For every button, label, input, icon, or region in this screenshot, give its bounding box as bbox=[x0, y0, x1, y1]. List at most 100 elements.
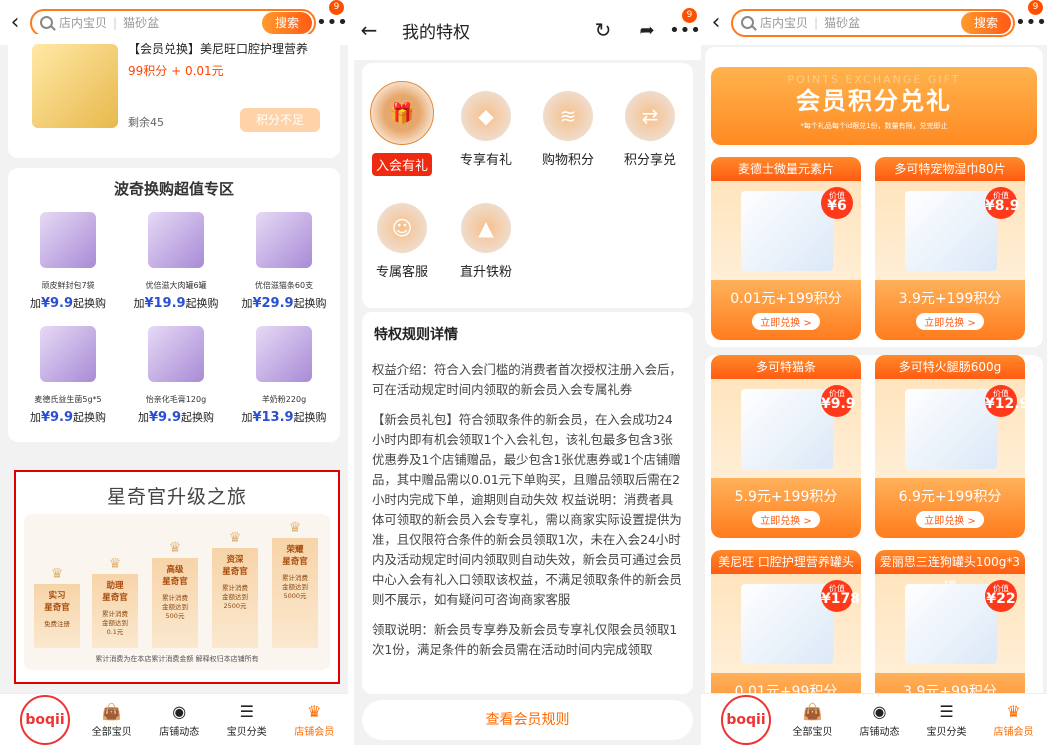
gift-card[interactable]: 多可特猫条 价值 ¥9.9 5.9元+199积分 立即兑换 > bbox=[711, 355, 861, 538]
bottom-navigation: boqii 👜 全部宝贝 ◉ 店铺动态 ☰ 宝贝分类 ♛ 店铺会员 bbox=[0, 693, 348, 745]
gift-image bbox=[905, 389, 997, 469]
bochi-item[interactable]: 怡亲化毛膏120g 加¥9.9起换购 bbox=[126, 326, 226, 436]
crown-icon: ♛ bbox=[1006, 702, 1021, 721]
nav-membership[interactable]: ♛ 店铺会员 bbox=[281, 701, 349, 738]
privilege-rules-card: 特权规则详情 权益介绍：符合入会门槛的消费者首次授权注册入会后，可在活动规定时间… bbox=[362, 312, 693, 694]
product-price: 99积分 + 0.01元 bbox=[128, 64, 224, 78]
bochi-item-price-line: 加¥9.9起换购 bbox=[18, 295, 118, 311]
privilege-label: 购物积分 bbox=[541, 153, 594, 168]
bochi-item-price-line: 加¥19.9起换购 bbox=[126, 295, 226, 311]
more-icon[interactable]: ••• 9 bbox=[1015, 0, 1047, 33]
search-divider: | bbox=[814, 15, 819, 30]
gift-card[interactable]: 麦德士微量元素片 价值 ¥6 0.01元+199积分 立即兑换 > bbox=[711, 157, 861, 340]
privilege-label: 入会有礼 bbox=[371, 153, 432, 176]
search-placeholder: 店内宝贝 bbox=[59, 16, 108, 30]
privilege-exclusive-service[interactable]: ☺ 专属客服 bbox=[367, 203, 437, 280]
back-icon[interactable]: ‹ bbox=[0, 10, 30, 35]
insufficient-points-button[interactable]: 积分不足 bbox=[240, 108, 320, 132]
refresh-icon[interactable]: ↻ bbox=[581, 18, 625, 42]
back-icon[interactable]: ‹ bbox=[701, 10, 731, 35]
level-desc: 累计消费 金额达到 500元 bbox=[162, 594, 188, 620]
privilege-join-gift[interactable]: 🎁 入会有礼 bbox=[367, 81, 437, 176]
gift-icon: 🎁 bbox=[370, 81, 434, 145]
bochi-item[interactable]: 麦德氏益生菌5g*5 加¥9.9起换购 bbox=[18, 326, 118, 436]
banner-title: 会员积分兑礼 bbox=[796, 87, 952, 115]
privilege-header: ← 我的特权 ↻ ➦ ••• 9 bbox=[354, 0, 701, 60]
privilege-shopping-points[interactable]: ≋ 购物积分 bbox=[533, 91, 603, 168]
nav-categories[interactable]: ☰ 宝贝分类 bbox=[913, 701, 980, 738]
bochi-item[interactable]: 优倍滋大肉罐6罐 加¥19.9起换购 bbox=[126, 212, 226, 322]
rules-paragraph: 领取说明：新会员专享券及新会员专享礼仅限会员领取1次1份，满足条件的新会员需在活… bbox=[372, 622, 678, 657]
bochi-item-price: ¥19.9 bbox=[144, 296, 186, 311]
bochi-item[interactable]: 羊奶粉220g 加¥13.9起换购 bbox=[234, 326, 334, 436]
nav-label: 店铺会员 bbox=[993, 727, 1034, 738]
gift-name: 多可特火腿肠600g bbox=[875, 355, 1025, 379]
price-prefix: 加 bbox=[133, 297, 145, 310]
rules-paragraph: 权益介绍：符合入会门槛的消费者首次授权注册入会后，可在活动规定时间内领取的新会员… bbox=[372, 362, 682, 397]
search-button[interactable]: 搜索 bbox=[961, 11, 1011, 34]
bochi-item-price-line: 加¥9.9起换购 bbox=[18, 409, 118, 425]
redeem-button[interactable]: 立即兑换 > bbox=[916, 313, 984, 330]
bochi-item-image bbox=[40, 212, 96, 268]
nav-shop-feed[interactable]: ◉ 店铺动态 bbox=[146, 701, 214, 738]
search-placeholder: 店内宝贝 bbox=[760, 16, 809, 30]
bochi-item[interactable]: 优倍滋猫条60支 加¥29.9起换购 bbox=[234, 212, 334, 322]
price-suffix: 起换购 bbox=[185, 297, 219, 310]
product-stock: 剩余45 bbox=[128, 116, 164, 129]
gift-card[interactable]: 多可特火腿肠600g 价值 ¥12.9 6.9元+199积分 立即兑换 > bbox=[875, 355, 1025, 538]
gift-price: 3.9元+199积分 bbox=[898, 291, 1002, 307]
bochi-item-price: ¥13.9 bbox=[252, 410, 294, 425]
gift-card[interactable]: 多可特宠物湿巾80片 价值 ¥8.9 3.9元+199积分 立即兑换 > bbox=[875, 157, 1025, 340]
bochi-item-name: 怡亲化毛膏120g bbox=[145, 395, 207, 404]
view-member-rules-button[interactable]: 查看会员规则 bbox=[362, 700, 693, 740]
gift-value: ¥6 bbox=[827, 198, 847, 214]
gift-price-area: 3.9元+199积分 立即兑换 > bbox=[875, 280, 1025, 340]
nav-label: 宝贝分类 bbox=[226, 727, 267, 738]
gift-price-area: 5.9元+199积分 立即兑换 > bbox=[711, 478, 861, 538]
broadcast-icon: ◉ bbox=[172, 702, 187, 721]
share-icon[interactable]: ➦ bbox=[625, 20, 669, 41]
notification-badge: 9 bbox=[682, 7, 697, 23]
nav-label: 店铺会员 bbox=[294, 727, 335, 738]
search-input[interactable]: 店内宝贝 | 猫砂盆 搜索 bbox=[30, 8, 316, 37]
privilege-label: 积分享兑 bbox=[623, 153, 676, 168]
level-name: 助理 星奇官 bbox=[102, 581, 128, 603]
exchange-content: POINTS EXCHANGE GIFT 会员积分兑礼 *每个礼品每个id限兑1… bbox=[701, 45, 1047, 733]
price-prefix: 加 bbox=[29, 411, 41, 424]
search-input[interactable]: 店内宝贝 | 猫砂盆 搜索 bbox=[731, 8, 1015, 37]
level-desc: 累计消费 金额达到 2500元 bbox=[222, 584, 248, 610]
redeem-button[interactable]: 立即兑换 > bbox=[752, 511, 820, 528]
redeem-button[interactable]: 立即兑换 > bbox=[916, 511, 984, 528]
price-prefix: 加 bbox=[137, 411, 149, 424]
shop-logo[interactable]: boqii bbox=[20, 694, 70, 745]
privilege-iron-fan[interactable]: ▲ 直升铁粉 bbox=[451, 203, 521, 280]
nav-membership[interactable]: ♛ 店铺会员 bbox=[980, 701, 1047, 738]
bochi-item[interactable]: 顽皮鲜封包7袋 加¥9.9起换购 bbox=[18, 212, 118, 322]
bottom-navigation: boqii 👜 全部宝贝 ◉ 店铺动态 ☰ 宝贝分类 ♛ 店铺会员 bbox=[701, 693, 1047, 745]
gift-price-area: 0.01元+199积分 立即兑换 > bbox=[711, 280, 861, 340]
more-icon[interactable]: ••• 9 bbox=[316, 0, 348, 33]
gift-value-badge: 价值 ¥6 bbox=[821, 187, 853, 219]
back-arrow-icon[interactable]: ← bbox=[354, 18, 384, 42]
privilege-label: 直升铁粉 bbox=[459, 265, 512, 280]
privilege-exclusive-gift[interactable]: ◆ 专享有礼 bbox=[451, 91, 521, 168]
top-product-card[interactable]: 【会员兑换】美尼旺口腔护理营养 99积分 + 0.01元 剩余45 积分不足 bbox=[8, 34, 340, 158]
level-desc: 累计消费 金额达到 0.1元 bbox=[102, 610, 128, 636]
nav-all-products[interactable]: 👜 全部宝贝 bbox=[78, 701, 146, 738]
privilege-points-exchange[interactable]: ⇄ 积分享兑 bbox=[615, 91, 685, 168]
gift-value-badge: 价值 ¥178 bbox=[821, 580, 860, 612]
privilege-label: 专享有礼 bbox=[459, 153, 512, 168]
nav-shop-feed[interactable]: ◉ 店铺动态 bbox=[846, 701, 913, 738]
gift-image bbox=[741, 191, 833, 271]
nav-all-products[interactable]: 👜 全部宝贝 bbox=[779, 701, 846, 738]
shop-logo[interactable]: boqii bbox=[721, 694, 771, 745]
redeem-button[interactable]: 立即兑换 > bbox=[752, 313, 820, 330]
level-name: 高级 星奇官 bbox=[162, 565, 188, 587]
bochi-item-price-line: 加¥29.9起换购 bbox=[234, 295, 334, 311]
page-title: 我的特权 bbox=[402, 22, 470, 43]
nav-categories[interactable]: ☰ 宝贝分类 bbox=[213, 701, 281, 738]
search-button[interactable]: 搜索 bbox=[262, 11, 312, 34]
nav-label: 店铺动态 bbox=[859, 727, 900, 738]
gift-value: ¥12.9 bbox=[985, 396, 1025, 412]
more-icon[interactable]: ••• 9 bbox=[669, 7, 701, 41]
